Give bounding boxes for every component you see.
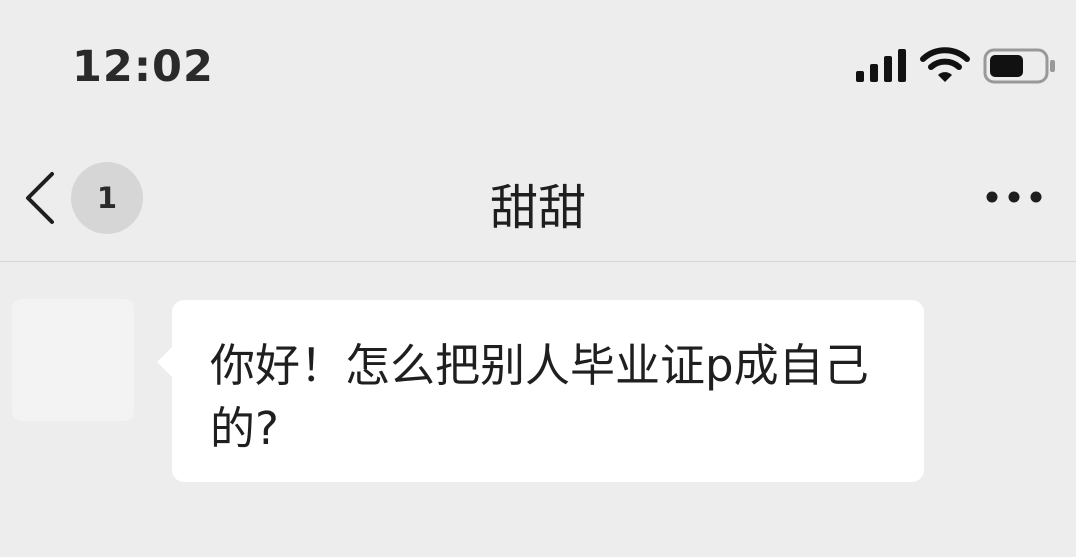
message-text: 你好！怎么把别人毕业证p成自己的? (210, 339, 869, 455)
wifi-icon (920, 47, 970, 82)
more-horizontal-icon[interactable] (982, 186, 1046, 208)
bubble-tail (157, 346, 173, 378)
cellular-signal-icon (856, 49, 906, 82)
message-bubble[interactable]: 你好！怎么把别人毕业证p成自己的? (172, 300, 924, 482)
avatar[interactable] (12, 299, 134, 421)
status-bar: 12:02 (0, 0, 1076, 130)
status-time: 12:02 (72, 42, 214, 92)
battery-icon (983, 48, 1055, 84)
chat-title: 甜甜 (489, 180, 586, 236)
chat-header: 1 甜甜 (0, 130, 1076, 262)
